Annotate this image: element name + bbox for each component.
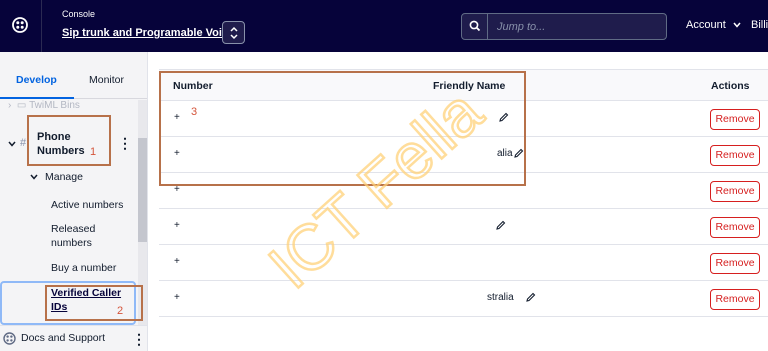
chevron-right-icon: › ▭ bbox=[8, 100, 30, 111]
billing-menu[interactable]: Billi bbox=[751, 19, 768, 31]
annotation-box-phone-numbers bbox=[27, 115, 111, 166]
annotation-label-2: 2 bbox=[117, 305, 124, 317]
chevron-up-down-icon bbox=[230, 26, 238, 40]
friendly-name-cell: stralia bbox=[487, 292, 514, 303]
annotation-box-table bbox=[159, 71, 526, 186]
chevron-down-icon[interactable] bbox=[30, 174, 38, 180]
active-tab-indicator bbox=[0, 97, 74, 99]
sidebar-footer[interactable]: Docs and Support ⋮ bbox=[0, 325, 147, 351]
account-menu[interactable]: Account bbox=[686, 19, 741, 31]
top-navigation-bar: Console Sip trunk and Programable Voice … bbox=[0, 0, 768, 52]
table-row: + Remove bbox=[159, 209, 768, 245]
remove-button[interactable]: Remove bbox=[710, 289, 760, 310]
remove-button[interactable]: Remove bbox=[710, 181, 760, 202]
remove-button[interactable]: Remove bbox=[710, 109, 760, 130]
phone-number-cell: + bbox=[174, 292, 180, 303]
chevron-down-icon[interactable] bbox=[8, 141, 16, 147]
table-row: + stralia Remove bbox=[159, 281, 768, 317]
sidebar-group-manage[interactable]: Manage bbox=[45, 171, 83, 183]
sidebar-item-label: TwiML Bins bbox=[29, 100, 80, 111]
console-label: Console bbox=[62, 9, 96, 19]
more-options-icon[interactable]: ⋮ bbox=[118, 136, 132, 150]
sidebar-item-active-numbers[interactable]: Active numbers bbox=[51, 198, 133, 212]
hash-icon: # bbox=[20, 137, 27, 149]
search-icon bbox=[469, 20, 481, 32]
remove-button[interactable]: Remove bbox=[710, 217, 760, 238]
phone-number-cell: + bbox=[174, 220, 180, 231]
chevron-down-icon bbox=[733, 22, 741, 28]
twilio-logo[interactable] bbox=[0, 0, 42, 52]
tab-divider bbox=[74, 98, 147, 99]
pencil-edit-icon[interactable] bbox=[495, 220, 506, 231]
sidebar-scrollbar-thumb[interactable] bbox=[138, 138, 147, 242]
annotation-box-verified-caller-ids bbox=[45, 285, 143, 321]
twilio-logo-icon bbox=[12, 17, 28, 33]
sidebar-item-buy-a-number[interactable]: Buy a number bbox=[51, 261, 133, 275]
sidebar-tabs: Develop Monitor bbox=[0, 52, 147, 99]
jump-to-search[interactable] bbox=[461, 13, 667, 40]
annotation-label-3: 3 bbox=[191, 106, 198, 118]
support-icon bbox=[3, 332, 16, 345]
project-name-link[interactable]: Sip trunk and Programable Voice bbox=[62, 27, 234, 39]
remove-button[interactable]: Remove bbox=[710, 145, 760, 166]
pencil-edit-icon[interactable] bbox=[525, 292, 536, 303]
docs-and-support-link[interactable]: Docs and Support bbox=[21, 332, 105, 344]
project-switcher-button[interactable] bbox=[222, 21, 245, 44]
more-options-icon[interactable]: ⋮ bbox=[132, 332, 146, 346]
column-header-actions: Actions bbox=[711, 80, 750, 92]
remove-button[interactable]: Remove bbox=[710, 253, 760, 274]
annotation-label-1: 1 bbox=[90, 146, 97, 158]
account-label: Account bbox=[686, 19, 726, 31]
table-row: + Remove bbox=[159, 245, 768, 281]
tab-monitor[interactable]: Monitor bbox=[89, 74, 124, 86]
sidebar-item-released-numbers[interactable]: Released numbers bbox=[51, 222, 133, 250]
search-icon-container bbox=[462, 14, 488, 39]
sidebar-item-twiml-bins[interactable]: › ▭ TwiML Bins bbox=[8, 100, 80, 111]
jump-to-input[interactable] bbox=[489, 14, 665, 39]
phone-number-cell: + bbox=[174, 256, 180, 267]
tab-develop[interactable]: Develop bbox=[16, 74, 57, 86]
